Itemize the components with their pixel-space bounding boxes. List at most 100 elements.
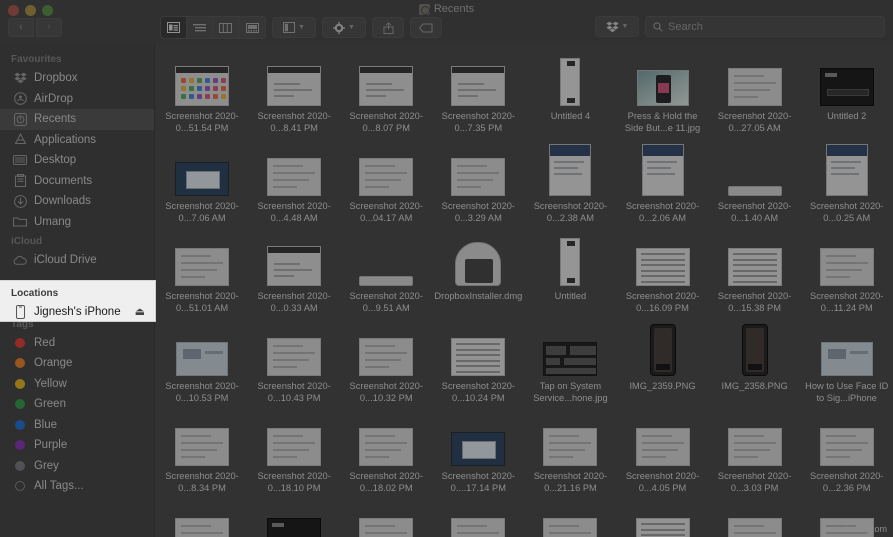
file-item[interactable]: Untitled 2: [801, 48, 893, 138]
file-item[interactable]: How to Use Face ID to Sig...iPhone: [801, 318, 893, 408]
file-item[interactable]: Screenshot 2020-0...2.06 AM: [616, 138, 708, 228]
dropbox-icon: [605, 21, 619, 32]
file-item[interactable]: Screenshot 2020-0...3.03 PM: [709, 408, 801, 498]
file-item[interactable]: Screenshot 2020-0...4.05 PM: [616, 408, 708, 498]
file-item[interactable]: Screenshot 2020-0...15.38 PM: [709, 228, 801, 318]
sidebar-item-umang[interactable]: Umang: [0, 212, 154, 233]
sidebar-item-applications[interactable]: Applications: [0, 130, 154, 151]
file-item[interactable]: [709, 498, 801, 537]
file-item[interactable]: Screenshot 2020-0...8.07 PM: [340, 48, 432, 138]
file-thumbnail: [175, 416, 230, 466]
eject-icon[interactable]: ⏏: [135, 305, 145, 318]
sidebar-tag-blue[interactable]: Blue: [0, 415, 154, 436]
tag-dot-icon: [13, 418, 27, 432]
thumbnail-image: [451, 338, 506, 376]
forward-button[interactable]: ›: [36, 18, 62, 37]
gallery-view-button[interactable]: [239, 17, 265, 38]
file-item[interactable]: Screenshot 2020-0...2.36 PM: [801, 408, 893, 498]
file-item[interactable]: Press & Hold the Side But...e 11.jpg: [616, 48, 708, 138]
file-item[interactable]: Screenshot 2020-0...7.35 PM: [432, 48, 524, 138]
sidebar-item-icloud-drive[interactable]: iCloud Drive: [0, 250, 154, 271]
sidebar-item-recents[interactable]: Recents: [0, 109, 154, 130]
group-by-button[interactable]: ▼: [272, 17, 316, 38]
recents-clock-icon: [418, 3, 430, 15]
sidebar-item-documents[interactable]: Documents: [0, 171, 154, 192]
file-item[interactable]: Screenshot 2020-0...8.34 PM: [156, 408, 248, 498]
file-item[interactable]: Screenshot 2020-0...18.10 PM: [248, 408, 340, 498]
file-item[interactable]: Screenshot 2020-0...51.54 PM: [156, 48, 248, 138]
sidebar-item-desktop[interactable]: Desktop: [0, 150, 154, 171]
share-icon: [383, 21, 393, 34]
sidebar-tag-all-tags-[interactable]: All Tags...: [0, 476, 154, 497]
file-item[interactable]: Screenshot 2020-0...10.32 PM: [340, 318, 432, 408]
sidebar-tag-yellow[interactable]: Yellow: [0, 374, 154, 395]
file-item[interactable]: Untitled: [524, 228, 616, 318]
file-name-label: How to Use Face ID to Sig...iPhone: [805, 381, 889, 403]
sidebar-item-downloads[interactable]: Downloads: [0, 191, 154, 212]
file-item[interactable]: Screenshot 2020-0...7.06 AM: [156, 138, 248, 228]
file-item[interactable]: Untitled 4: [524, 48, 616, 138]
file-item[interactable]: Screenshot 2020-0....17.14 PM: [432, 408, 524, 498]
file-name-label: IMG_2359.PNG: [629, 381, 696, 391]
file-item[interactable]: Screenshot 2020-0...9.51 AM: [340, 228, 432, 318]
file-item[interactable]: Screenshot 2020-0...1.40 AM: [709, 138, 801, 228]
search-input[interactable]: Search: [645, 16, 885, 37]
file-item[interactable]: Screenshot 2020-0...3.29 AM: [432, 138, 524, 228]
file-item[interactable]: Screenshot 2020-0...10.53 PM: [156, 318, 248, 408]
sidebar-item-jigneshs-iphone[interactable]: Jignesh's iPhone ⏏: [0, 302, 155, 323]
dropbox-icon: [13, 71, 27, 85]
action-menu-button[interactable]: ▼: [322, 17, 366, 38]
file-thumbnail: [635, 236, 690, 286]
sidebar-tag-green[interactable]: Green: [0, 394, 154, 415]
thumbnail-image: [641, 144, 684, 196]
file-item[interactable]: Screenshot 2020-0...2.38 AM: [524, 138, 616, 228]
file-item[interactable]: Screenshot 2020-0...0.25 AM: [801, 138, 893, 228]
sidebar-item-label: Dropbox: [34, 72, 78, 85]
file-item[interactable]: [248, 498, 340, 537]
file-item[interactable]: [156, 498, 248, 537]
file-item[interactable]: Screenshot 2020-0...21.16 PM: [524, 408, 616, 498]
file-item[interactable]: Screenshot 2020-0...10.43 PM: [248, 318, 340, 408]
file-thumbnail: [359, 56, 414, 106]
sidebar-item-label: Documents: [34, 174, 93, 187]
file-item[interactable]: Screenshot 2020-0...10.24 PM: [432, 318, 524, 408]
tag-button[interactable]: [410, 17, 442, 38]
file-item[interactable]: Screenshot 2020-0...16.09 PM: [616, 228, 708, 318]
sidebar-tag-orange[interactable]: Orange: [0, 353, 154, 374]
sidebar-tag-grey[interactable]: Grey: [0, 456, 154, 477]
share-button[interactable]: [372, 17, 404, 38]
thumbnail-image: [451, 66, 506, 106]
back-button[interactable]: ‹: [8, 18, 34, 37]
file-item[interactable]: Screenshot 2020-0...8.41 PM: [248, 48, 340, 138]
column-view-button[interactable]: [213, 17, 239, 38]
toolbar-right-group: ▼ Search: [595, 16, 885, 37]
file-item[interactable]: IMG_2358.PNG: [709, 318, 801, 408]
file-grid-area[interactable]: Screenshot 2020-0...51.54 PM Screenshot 2…: [156, 44, 893, 537]
file-item[interactable]: Screenshot 2020-0...0.33 AM: [248, 228, 340, 318]
file-item[interactable]: Screenshot 2020-0...51.01 AM: [156, 228, 248, 318]
sidebar-item-dropbox[interactable]: Dropbox: [0, 68, 154, 89]
list-view-button[interactable]: [187, 17, 213, 38]
file-item[interactable]: Screenshot 2020-0...27.05 AM: [709, 48, 801, 138]
file-item[interactable]: [432, 498, 524, 537]
file-item[interactable]: DropboxInstaller.dmg: [432, 228, 524, 318]
sidebar-tag-purple[interactable]: Purple: [0, 435, 154, 456]
sidebar-tag-red[interactable]: Red: [0, 333, 154, 354]
file-item[interactable]: [524, 498, 616, 537]
dropbox-menu-button[interactable]: ▼: [595, 16, 639, 37]
file-item[interactable]: [616, 498, 708, 537]
sidebar-tag-label: Green: [34, 398, 66, 411]
file-item[interactable]: [340, 498, 432, 537]
icon-view-button[interactable]: [161, 17, 187, 38]
sidebar-item-label: Downloads: [34, 195, 91, 208]
sidebar-item-airdrop[interactable]: AirDrop: [0, 89, 154, 110]
file-item[interactable]: Tap on System Service...hone.jpg: [524, 318, 616, 408]
file-item[interactable]: IMG_2359.PNG: [616, 318, 708, 408]
file-item[interactable]: Screenshot 2020-0...11.24 PM: [801, 228, 893, 318]
file-item[interactable]: Screenshot 2020-0...04.17 AM: [340, 138, 432, 228]
file-thumbnail: [175, 236, 230, 286]
file-item[interactable]: Screenshot 2020-0...4.48 AM: [248, 138, 340, 228]
file-name-label: Screenshot 2020-0...0.25 AM: [810, 201, 884, 223]
file-thumbnail: [359, 146, 414, 196]
file-item[interactable]: Screenshot 2020-0...18.02 PM: [340, 408, 432, 498]
